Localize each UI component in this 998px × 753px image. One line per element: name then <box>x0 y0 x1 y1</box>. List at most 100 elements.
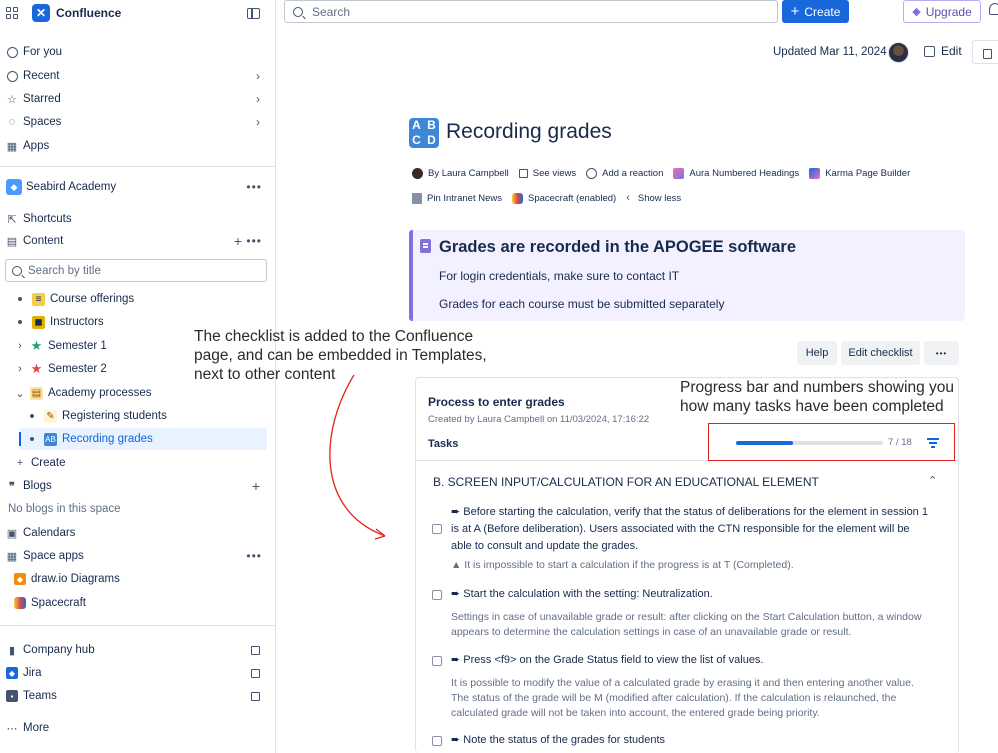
edit-checklist-button[interactable]: Edit checklist <box>841 341 920 365</box>
nav-label: Shortcuts <box>23 213 72 225</box>
edit-button[interactable]: Edit <box>924 44 962 58</box>
chevron-left-icon: ‹ <box>626 192 630 204</box>
nav-shortcuts[interactable]: ⇱ Shortcuts <box>0 208 276 230</box>
avatar[interactable] <box>888 42 909 63</box>
aura-icon <box>673 168 685 179</box>
more-options-icon[interactable]: ••• <box>246 549 262 563</box>
emoji-letter: B <box>427 118 436 132</box>
abcd-icon: AB <box>44 432 57 446</box>
tree-item[interactable]: ⌄ ▤ Academy processes <box>14 382 152 404</box>
intranet-icon <box>412 192 422 204</box>
external-link-icon[interactable] <box>251 645 260 655</box>
notification-bell-icon[interactable] <box>989 3 998 15</box>
app-spacecraft[interactable]: Spacecraft <box>0 592 276 614</box>
nav-spaces[interactable]: ◌ Spaces › <box>0 111 276 133</box>
byline-show-less[interactable]: ‹ Show less <box>626 192 681 204</box>
byline-karma[interactable]: Karma Page Builder <box>809 168 910 179</box>
external-link-icon[interactable] <box>251 668 260 678</box>
app-drawio[interactable]: ◆ draw.io Diagrams <box>0 568 276 590</box>
app-switcher-icon[interactable] <box>6 7 18 19</box>
create-page-button[interactable]: + Create <box>0 452 276 474</box>
nav-calendars[interactable]: ▣ Calendars <box>0 522 276 544</box>
nav-blogs[interactable]: ❞ Blogs + <box>0 475 276 497</box>
task-checkbox[interactable] <box>432 656 442 666</box>
more-options-icon[interactable]: ••• <box>246 180 262 194</box>
confluence-logo-icon[interactable]: ✕ <box>32 4 50 22</box>
chevron-right-icon[interactable]: › <box>256 92 260 106</box>
page-title: Recording grades <box>446 120 612 143</box>
app-label: Spacecraft <box>31 597 86 609</box>
chevron-right-icon[interactable]: › <box>14 363 26 375</box>
space-header[interactable]: ◆ Seabird Academy ••• <box>0 176 276 198</box>
byline-row: Pin Intranet News Spacecraft (enabled) ‹… <box>412 192 691 204</box>
task-note: Settings in case of unavailable grade or… <box>451 611 922 638</box>
task-checkbox[interactable] <box>432 736 442 746</box>
nav-apps[interactable]: ▦ Apps <box>0 135 276 157</box>
nav-starred[interactable]: ☆ Starred › <box>0 88 276 110</box>
more-options-button[interactable]: ••• <box>924 341 959 365</box>
more-options-icon[interactable]: ••• <box>246 234 262 248</box>
byline-see-views[interactable]: See views <box>518 168 576 179</box>
help-button[interactable]: Help <box>797 341 837 365</box>
no-blogs-text: No blogs in this space <box>0 498 276 520</box>
byline-row: By Laura Campbell See views Add a reacti… <box>412 168 920 179</box>
nav-label: Blogs <box>23 480 52 492</box>
search-by-title-input[interactable]: Search by title <box>5 259 267 282</box>
panel-line: For login credentials, make sure to cont… <box>439 269 680 283</box>
add-content-icon[interactable]: + <box>234 233 242 249</box>
search-placeholder: Search <box>312 4 351 19</box>
chevron-right-icon[interactable]: › <box>256 69 260 83</box>
chevron-up-icon[interactable]: ⌃ <box>928 474 937 487</box>
search-placeholder: Search by title <box>28 264 101 277</box>
spacecraft-icon <box>14 597 26 609</box>
nav-space-apps[interactable]: ▦ Space apps ••• <box>0 545 276 567</box>
memo-icon: ✎ <box>44 409 57 423</box>
nav-more[interactable]: ⋯ More <box>0 717 276 739</box>
upgrade-label: Upgrade <box>925 4 972 19</box>
chevron-right-icon[interactable]: › <box>14 340 26 352</box>
nav-for-you[interactable]: For you <box>0 41 276 63</box>
task-note: It is possible to modify the value of a … <box>451 677 914 719</box>
tree-item[interactable]: ≡ Course offerings <box>18 288 134 310</box>
nav-jira[interactable]: ◆ Jira <box>0 662 276 684</box>
task-note: ▲ It is impossible to start a calculatio… <box>451 559 794 571</box>
byline-pin-news[interactable]: Pin Intranet News <box>412 192 502 204</box>
tree-item[interactable]: ✎ Registering students <box>30 405 167 427</box>
global-search-input[interactable]: Search <box>284 0 778 23</box>
byline-author[interactable]: By Laura Campbell <box>412 168 509 179</box>
tree-item-selected[interactable]: AB Recording grades <box>19 428 267 450</box>
tree-item[interactable]: › ★ Semester 2 <box>14 358 107 380</box>
byline-label: Add a reaction <box>602 168 664 179</box>
nav-company-hub[interactable]: ▮ Company hub <box>0 639 276 661</box>
tree-label: Course offerings <box>50 293 135 305</box>
nav-recent[interactable]: Recent › <box>0 65 276 87</box>
tree-item[interactable]: ◼ Instructors <box>18 311 104 333</box>
task-checkbox[interactable] <box>432 590 442 600</box>
external-link-icon[interactable] <box>251 691 260 701</box>
divider <box>0 625 276 626</box>
chevron-down-icon[interactable]: ⌄ <box>14 387 26 400</box>
space-avatar: ◆ <box>6 179 22 195</box>
create-button[interactable]: + Create <box>782 0 849 23</box>
nav-content[interactable]: ▤ Content + ••• <box>0 230 276 252</box>
byline-add-reaction[interactable]: Add a reaction <box>586 168 663 179</box>
plus-icon: + <box>790 3 800 20</box>
nav-label: For you <box>23 46 62 58</box>
apps-icon: ▦ <box>6 550 18 563</box>
task-checkbox[interactable] <box>432 524 442 534</box>
checklist-meta: Created by Laura Campbell on 11/03/2024,… <box>428 414 650 425</box>
apps-icon: ▦ <box>6 140 18 153</box>
teacher-icon: ◼ <box>32 315 45 329</box>
tree-item[interactable]: › ★ Semester 1 <box>14 335 107 357</box>
checklist-title: Process to enter grades <box>428 395 565 409</box>
app-name[interactable]: Confluence <box>56 6 121 20</box>
chevron-right-icon[interactable]: › <box>256 115 260 129</box>
nav-teams[interactable]: ▪ Teams <box>0 685 276 707</box>
add-blog-icon[interactable]: + <box>252 478 260 494</box>
upgrade-button[interactable]: ◆ Upgrade <box>903 0 981 23</box>
byline-spacecraft[interactable]: Spacecraft (enabled) <box>511 192 616 204</box>
restrictions-lock-icon[interactable] <box>972 40 998 64</box>
drawio-icon: ◆ <box>14 573 26 585</box>
collapse-sidebar-icon[interactable] <box>247 7 260 19</box>
byline-aura[interactable]: Aura Numbered Headings <box>673 168 799 179</box>
